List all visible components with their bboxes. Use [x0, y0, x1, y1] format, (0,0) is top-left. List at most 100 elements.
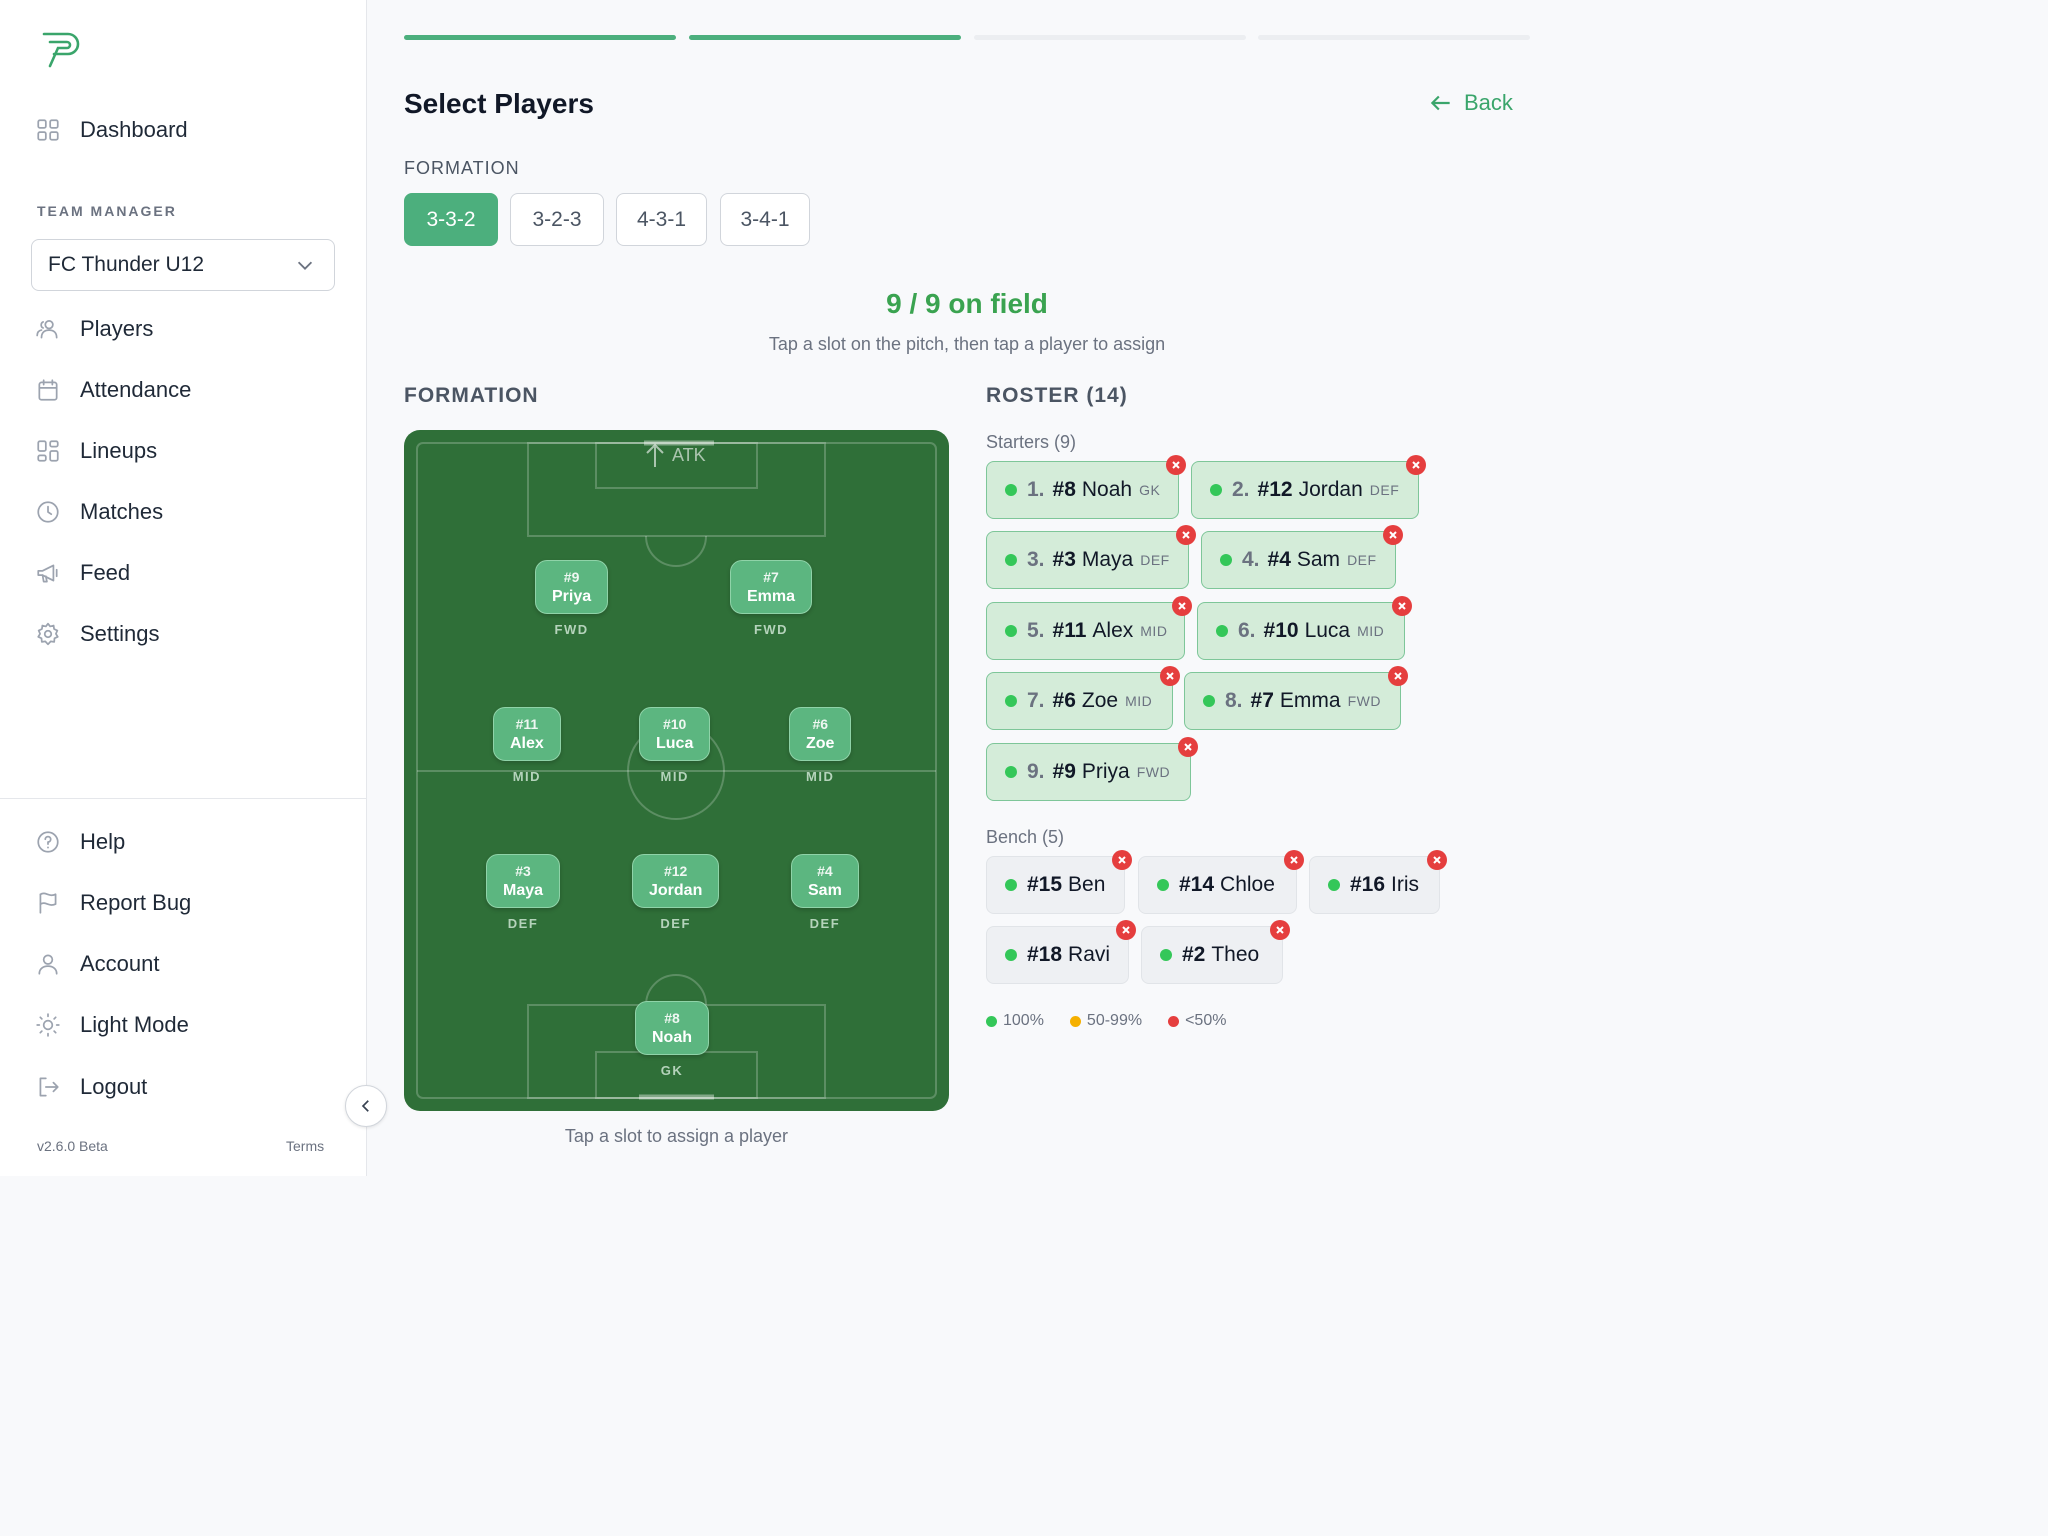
remove-icon[interactable] — [1270, 920, 1290, 940]
starter-chip[interactable]: 4. #4 Sam DEF — [1201, 525, 1403, 589]
remove-icon[interactable] — [1427, 850, 1447, 870]
slot-player-name: Alex — [510, 734, 544, 752]
bench-chip[interactable]: #15 Ben — [986, 850, 1132, 914]
nav-logout[interactable]: Logout — [34, 1073, 147, 1101]
attack-label: ATK — [672, 444, 706, 465]
starter-chip[interactable]: 1. #8 Noah GK — [986, 455, 1186, 519]
slot-number: #3 — [515, 863, 531, 879]
starter-position: DEF — [1369, 482, 1400, 498]
remove-icon[interactable] — [1178, 737, 1198, 757]
starter-chip[interactable]: 8. #7 Emma FWD — [1184, 666, 1408, 730]
back-button[interactable]: Back — [1428, 90, 1513, 116]
slot-chip: #6 Zoe — [789, 707, 852, 761]
formation-option-4-3-1[interactable]: 4-3-1 — [616, 193, 707, 246]
pitch-slot-mid-center[interactable]: #10 Luca MID — [639, 707, 711, 784]
pitch-slot-fwd-right[interactable]: #7 Emma FWD — [730, 560, 813, 637]
nav-help[interactable]: Help — [34, 828, 125, 856]
slot-position: FWD — [554, 621, 589, 637]
nav-settings[interactable]: Settings — [34, 620, 160, 648]
flag-icon — [34, 889, 62, 917]
pitch-slot-mid-left[interactable]: #11 Alex MID — [493, 707, 561, 784]
nav-report-bug[interactable]: Report Bug — [34, 889, 191, 917]
bench-chip[interactable]: #2 Theo — [1141, 920, 1290, 984]
pitch-slot-fwd-left[interactable]: #9 Priya FWD — [535, 560, 609, 637]
starter-chip[interactable]: 5. #11 Alex MID — [986, 596, 1192, 660]
nav-dashboard-label: Dashboard — [80, 117, 188, 142]
sun-icon — [34, 1011, 62, 1039]
remove-icon[interactable] — [1112, 850, 1132, 870]
remove-icon[interactable] — [1383, 525, 1403, 545]
starter-order: 2. — [1232, 478, 1250, 501]
slot-position: MID — [660, 768, 689, 784]
nav-players[interactable]: Players — [34, 315, 153, 343]
nav-light-mode[interactable]: Light Mode — [34, 1011, 189, 1039]
slot-number: #11 — [515, 716, 539, 732]
remove-icon[interactable] — [1406, 455, 1426, 475]
pitch-slot-gk[interactable]: #8 Noah GK — [635, 1001, 709, 1078]
remove-icon[interactable] — [1116, 920, 1136, 940]
bench-chip[interactable]: #14 Chloe — [1138, 850, 1304, 914]
attendance-dot — [1005, 625, 1017, 637]
pitch-slot-def-center[interactable]: #12 Jordan DEF — [632, 854, 720, 931]
lineups-icon — [34, 437, 62, 465]
roster-section-title: ROSTER (14) — [986, 384, 1128, 407]
starter-chip[interactable]: 3. #3 Maya DEF — [986, 525, 1196, 589]
formation-option-3-2-3[interactable]: 3-2-3 — [510, 193, 604, 246]
slot-position: MID — [806, 768, 835, 784]
starter-name: Noah — [1081, 478, 1133, 501]
starter-position: GK — [1139, 482, 1161, 498]
team-select[interactable]: FC Thunder U12 — [31, 239, 335, 291]
attendance-dot — [1005, 695, 1017, 707]
slot-number: #10 — [662, 716, 687, 732]
terms-link[interactable]: Terms — [286, 1138, 324, 1154]
attendance-legend: 100% 50-99% <50% — [986, 1012, 1226, 1030]
pitch-slot-def-right[interactable]: #4 Sam DEF — [791, 854, 859, 931]
nav-lineups[interactable]: Lineups — [34, 437, 157, 465]
slot-player-name: Priya — [552, 587, 592, 605]
collapse-sidebar-button[interactable] — [345, 1085, 387, 1127]
slot-chip: #11 Alex — [493, 707, 561, 761]
legend-dot-yellow — [1069, 1015, 1081, 1027]
formation-option-3-3-2[interactable]: 3-3-2 — [404, 193, 498, 246]
attendance-dot — [1328, 879, 1340, 891]
bench-name: Ben — [1068, 873, 1106, 896]
formation-option-3-4-1[interactable]: 3-4-1 — [720, 193, 810, 246]
app-logo[interactable] — [40, 28, 84, 72]
legend-item: <50% — [1168, 1012, 1226, 1030]
nav-feed[interactable]: Feed — [34, 559, 130, 587]
remove-icon[interactable] — [1172, 596, 1192, 616]
starter-chip[interactable]: 6. #10 Luca MID — [1197, 596, 1412, 660]
remove-icon[interactable] — [1166, 455, 1186, 475]
starter-number: #11 — [1052, 619, 1087, 642]
pitch-slot-def-left[interactable]: #3 Maya DEF — [486, 854, 561, 931]
slot-player-name: Sam — [808, 881, 842, 899]
starter-name: Jordan — [1298, 478, 1363, 501]
nav-matches[interactable]: Matches — [34, 498, 163, 526]
nav-attendance[interactable]: Attendance — [34, 376, 191, 404]
chevron-left-icon — [361, 1100, 369, 1112]
starter-number: #6 — [1052, 689, 1076, 712]
bench-chip[interactable]: #16 Iris — [1309, 850, 1447, 914]
starter-order: 4. — [1242, 548, 1260, 571]
starter-chip[interactable]: 9. #9 Priya FWD — [986, 737, 1198, 801]
bench-chip[interactable]: #18 Ravi — [986, 920, 1136, 984]
remove-icon[interactable] — [1388, 666, 1408, 686]
starter-name: Alex — [1092, 619, 1134, 642]
starter-chip[interactable]: 7. #6 Zoe MID — [986, 666, 1180, 730]
nav-dashboard[interactable]: Dashboard — [34, 116, 188, 144]
slot-position: DEF — [507, 915, 539, 931]
sidebar: Dashboard TEAM MANAGER FC Thunder U12 Pl… — [0, 0, 367, 1176]
slot-player-name: Jordan — [649, 881, 703, 899]
starter-chip[interactable]: 2. #12 Jordan DEF — [1191, 455, 1426, 519]
remove-icon[interactable] — [1176, 525, 1196, 545]
nav-account[interactable]: Account — [34, 950, 160, 978]
chevron-down-icon — [297, 261, 313, 270]
remove-icon[interactable] — [1160, 666, 1180, 686]
pitch-slot-mid-right[interactable]: #6 Zoe MID — [789, 707, 852, 784]
remove-icon[interactable] — [1392, 596, 1412, 616]
starter-number: #9 — [1052, 760, 1076, 783]
remove-icon[interactable] — [1284, 850, 1304, 870]
attendance-dot — [1157, 879, 1169, 891]
gear-icon — [34, 620, 62, 648]
wizard-step-3 — [974, 35, 1246, 40]
